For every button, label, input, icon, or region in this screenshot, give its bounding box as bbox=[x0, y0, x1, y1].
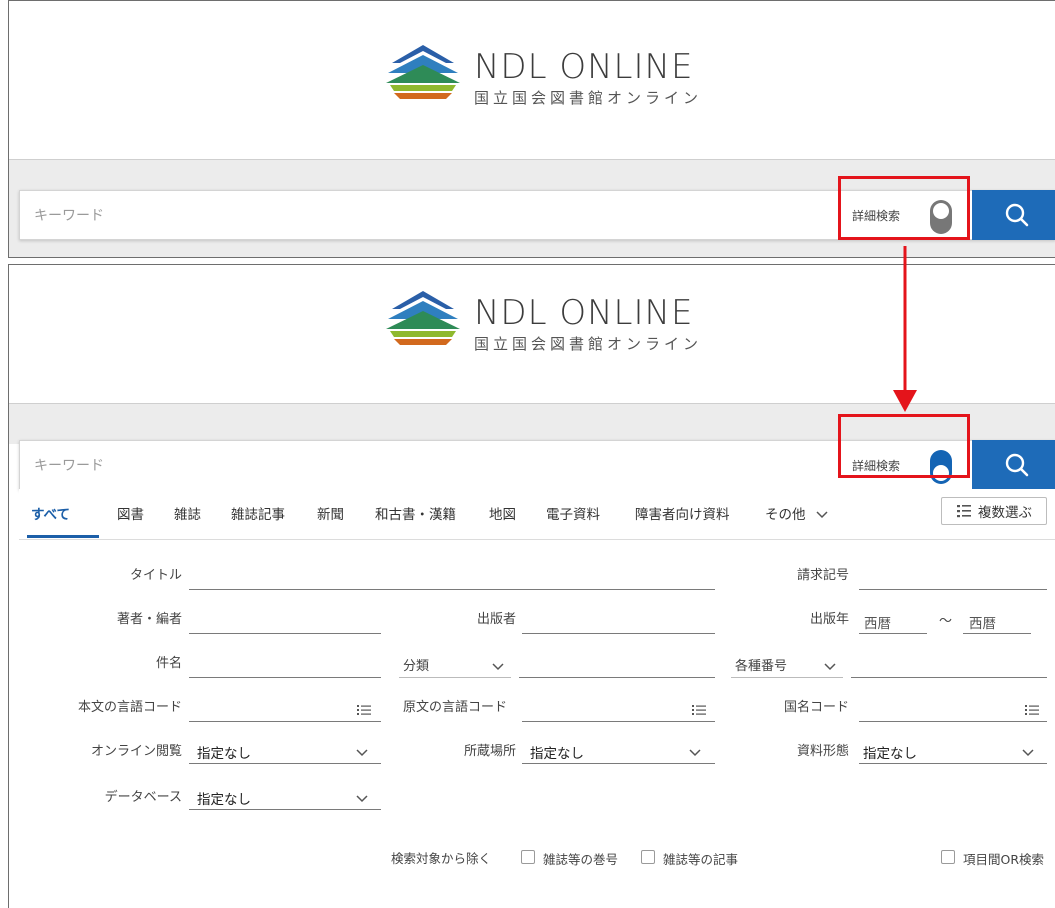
exclude-label: 検索対象から除く bbox=[391, 851, 492, 866]
list-icon[interactable] bbox=[692, 704, 706, 716]
list-icon[interactable] bbox=[1025, 704, 1039, 716]
keyword-input[interactable] bbox=[32, 451, 836, 481]
database-label: データベース bbox=[104, 790, 182, 805]
tab-accessible-materials[interactable]: 障害者向け資料 bbox=[635, 503, 730, 523]
material-type-label: 資料形態 bbox=[796, 744, 849, 759]
or-search-label: 項目間OR検索 bbox=[963, 852, 1045, 867]
tab-magazine-articles[interactable]: 雑誌記事 bbox=[231, 503, 285, 523]
database-value: 指定なし bbox=[197, 792, 251, 808]
title-label: タイトル bbox=[129, 568, 182, 583]
orig-lang-field[interactable] bbox=[522, 696, 715, 722]
location-value: 指定なし bbox=[530, 746, 584, 762]
online-view-label: オンライン閲覧 bbox=[90, 744, 182, 759]
tab-books[interactable]: 図書 bbox=[117, 503, 144, 523]
database-select[interactable]: 指定なし bbox=[189, 784, 381, 810]
tab-maps[interactable]: 地図 bbox=[489, 503, 516, 523]
search-icon bbox=[1005, 203, 1029, 227]
various-numbers-label: 各種番号 bbox=[735, 659, 788, 674]
call-number-field[interactable] bbox=[859, 564, 1047, 590]
year-to-placeholder: 西暦 bbox=[969, 616, 996, 632]
tab-others-label: その他 bbox=[765, 507, 806, 523]
site-header: NDL ONLINE 国立国会図書館オンライン bbox=[9, 1, 1055, 160]
author-label: 著者・編者 bbox=[116, 612, 182, 627]
logo-subtitle: 国立国会図書館オンライン bbox=[474, 335, 703, 353]
tab-newspapers[interactable]: 新聞 bbox=[317, 503, 344, 523]
classification-select[interactable]: 分類 bbox=[399, 652, 511, 678]
material-type-value: 指定なし bbox=[863, 746, 917, 762]
text-lang-label: 本文の言語コード bbox=[77, 700, 182, 715]
or-search-checkbox[interactable] bbox=[941, 850, 955, 864]
chevron-down-icon bbox=[492, 663, 504, 671]
chevron-down-icon bbox=[824, 663, 836, 671]
various-numbers-field[interactable] bbox=[851, 652, 1047, 678]
tab-all[interactable]: すべて bbox=[31, 503, 70, 523]
country-code-label: 国名コード bbox=[783, 700, 849, 715]
text-lang-field[interactable] bbox=[189, 696, 381, 722]
classification-field[interactable] bbox=[519, 652, 715, 678]
year-to-field[interactable]: 西暦 bbox=[963, 608, 1031, 634]
search-button[interactable] bbox=[972, 190, 1055, 240]
tab-electronic-materials[interactable]: 電子資料 bbox=[546, 503, 600, 523]
pub-year-label: 出版年 bbox=[809, 612, 849, 627]
search-button[interactable] bbox=[972, 440, 1055, 490]
year-from-field[interactable]: 西暦 bbox=[859, 608, 927, 634]
tab-old-japanese-chinese-books[interactable]: 和古書・漢籍 bbox=[375, 503, 456, 523]
location-select[interactable]: 指定なし bbox=[522, 738, 715, 764]
tab-others[interactable]: その他 bbox=[765, 503, 828, 523]
multi-select-button[interactable]: 複数選ぶ bbox=[941, 497, 1047, 525]
publisher-field[interactable] bbox=[522, 608, 715, 634]
tab-magazines[interactable]: 雑誌 bbox=[174, 503, 201, 523]
chevron-down-icon bbox=[1022, 749, 1034, 757]
logo-subtitle: 国立国会図書館オンライン bbox=[474, 89, 703, 107]
subject-field[interactable] bbox=[189, 652, 381, 678]
active-tab-indicator bbox=[27, 535, 99, 538]
ndl-logo-mark-icon bbox=[386, 291, 460, 345]
multi-select-label: 複数選ぶ bbox=[978, 505, 1032, 521]
exclude-articles-label: 雑誌等の記事 bbox=[663, 852, 739, 867]
material-type-select[interactable]: 指定なし bbox=[859, 738, 1047, 764]
exclude-volumes-checkbox[interactable] bbox=[521, 850, 535, 864]
author-field[interactable] bbox=[189, 608, 381, 634]
highlight-box-before bbox=[838, 176, 970, 240]
chevron-down-icon bbox=[689, 749, 701, 757]
exclude-articles-checkbox[interactable] bbox=[641, 850, 655, 864]
classification-label: 分類 bbox=[403, 659, 430, 674]
exclude-volumes-label: 雑誌等の巻号 bbox=[543, 852, 619, 867]
chevron-down-icon bbox=[356, 749, 368, 757]
ndl-logo[interactable]: NDL ONLINE 国立国会図書館オンライン bbox=[384, 43, 702, 108]
year-from-placeholder: 西暦 bbox=[864, 616, 891, 632]
arrow-down-icon bbox=[893, 246, 917, 412]
orig-lang-label: 原文の言語コード bbox=[403, 700, 508, 715]
list-icon bbox=[957, 505, 971, 518]
online-view-select[interactable]: 指定なし bbox=[189, 738, 381, 764]
list-icon[interactable] bbox=[357, 704, 371, 716]
various-numbers-select[interactable]: 各種番号 bbox=[731, 652, 843, 678]
logo-title: NDL ONLINE bbox=[474, 47, 694, 87]
material-type-tabs: すべて 図書 雑誌 雑誌記事 新聞 和古書・漢籍 地図 電子資料 障害者向け資料… bbox=[19, 489, 1055, 540]
chevron-down-icon bbox=[816, 511, 828, 519]
ndl-logo[interactable]: NDL ONLINE 国立国会図書館オンライン bbox=[384, 289, 702, 354]
search-icon bbox=[1005, 453, 1029, 477]
logo-title: NDL ONLINE bbox=[474, 293, 694, 333]
year-range-tilde: 〜 bbox=[939, 614, 953, 629]
subject-label: 件名 bbox=[155, 656, 182, 671]
ndl-logo-mark-icon bbox=[386, 45, 460, 99]
country-code-field[interactable] bbox=[859, 696, 1047, 722]
title-field[interactable] bbox=[189, 564, 715, 590]
online-view-value: 指定なし bbox=[197, 746, 251, 762]
keyword-input[interactable] bbox=[32, 201, 836, 231]
call-number-label: 請求記号 bbox=[796, 568, 849, 583]
advanced-search-form: タイトル 請求記号 著者・編者 出版者 出版年 西暦 〜 西暦 件名 分類 各種… bbox=[19, 540, 1055, 908]
chevron-down-icon bbox=[356, 795, 368, 803]
publisher-label: 出版者 bbox=[476, 612, 516, 627]
highlight-box-after bbox=[838, 414, 970, 478]
location-label: 所蔵場所 bbox=[463, 744, 516, 759]
